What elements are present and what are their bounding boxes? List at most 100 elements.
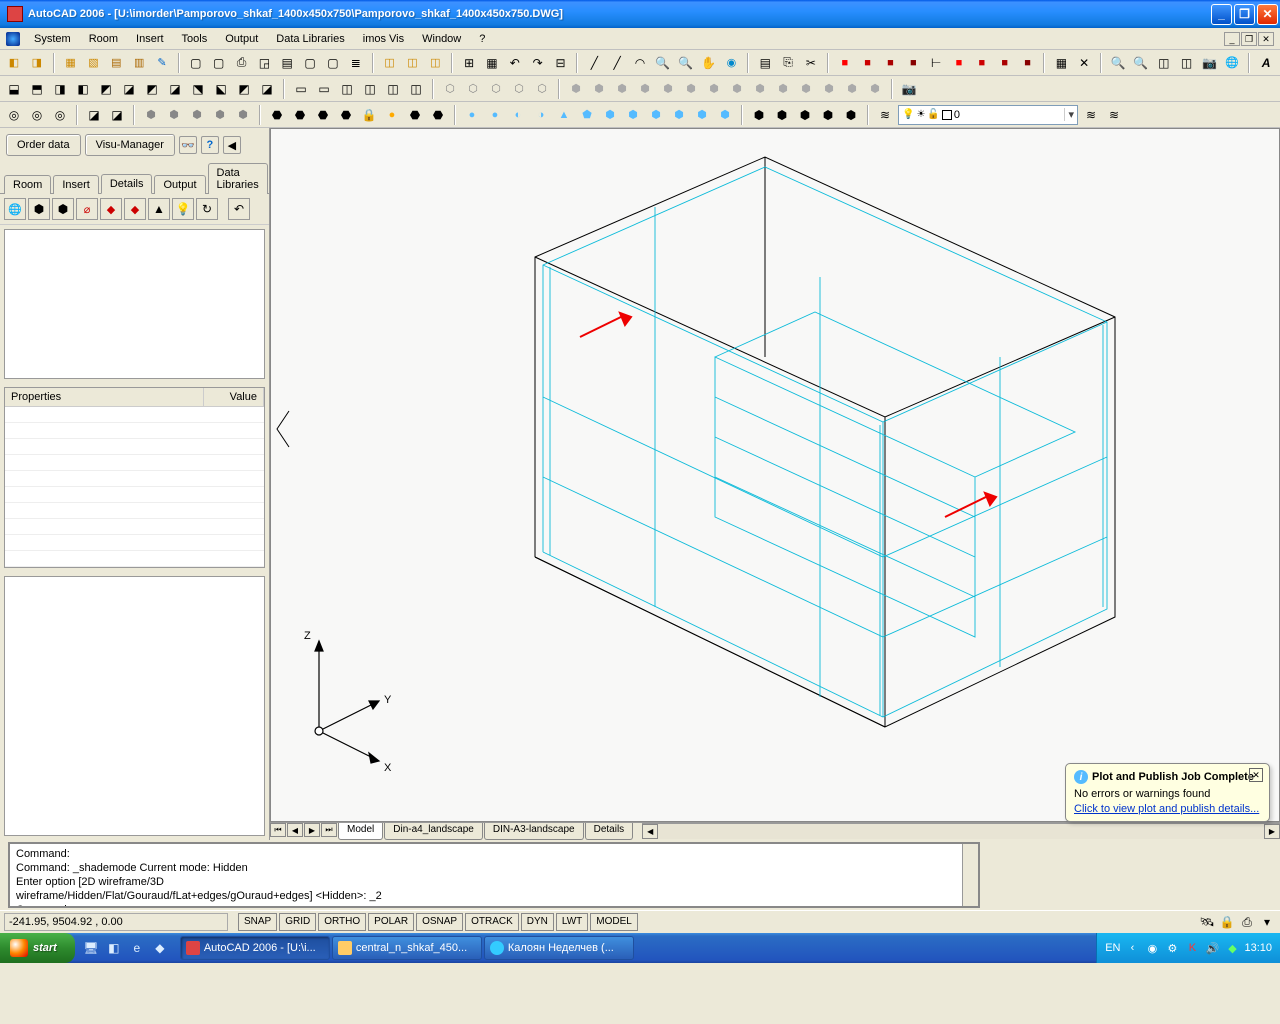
tb-3d-box4[interactable]: ⬡ — [509, 79, 529, 99]
tb-cyl11[interactable]: ⬢ — [796, 79, 816, 99]
tb-view12[interactable]: ◪ — [257, 79, 277, 99]
ql-app2-icon[interactable]: ◆ — [150, 937, 170, 959]
tb-rect[interactable]: ▭ — [291, 79, 311, 99]
tb-misc3[interactable]: ⬢ — [795, 105, 815, 125]
sp-t8[interactable]: 💡 — [172, 198, 194, 220]
tb-draw-box[interactable]: ◫ — [337, 79, 357, 99]
tb-cyl12[interactable]: ⬢ — [819, 79, 839, 99]
tb-cyl4[interactable]: ⬢ — [635, 79, 655, 99]
tb-misc1[interactable]: ⬢ — [749, 105, 769, 125]
status-model[interactable]: MODEL — [590, 913, 638, 931]
tb-shade3[interactable]: ◐ — [508, 105, 528, 125]
tb-dim[interactable]: ⊞ — [459, 53, 479, 73]
tb-cyl8[interactable]: ⬢ — [727, 79, 747, 99]
tb-color-r8[interactable]: ■ — [1018, 53, 1038, 73]
tb-line[interactable]: ╱ — [584, 53, 604, 73]
tb-box-c[interactable]: ◫ — [425, 53, 445, 73]
tb-delete[interactable]: ✕ — [1074, 53, 1094, 73]
tb-cyl5[interactable]: ⬢ — [658, 79, 678, 99]
tb-undo[interactable]: ↶ — [505, 53, 525, 73]
tb-shade9[interactable]: ⬢ — [646, 105, 666, 125]
tray-i5[interactable]: ◆ — [1224, 940, 1240, 956]
layout-tab-model[interactable]: Model — [338, 823, 383, 840]
side-tab-details[interactable]: Details — [101, 174, 153, 194]
lang-indicator[interactable]: EN — [1105, 942, 1120, 954]
side-tab-room[interactable]: Room — [4, 175, 51, 194]
tb-shade1[interactable]: ● — [462, 105, 482, 125]
tb-r3-5[interactable]: ◪ — [107, 105, 127, 125]
tb-zoom-a[interactable]: 🔍 — [1131, 53, 1151, 73]
close-panel-icon[interactable]: ◀ — [223, 136, 241, 154]
tb-r3-7[interactable]: ⬢ — [164, 105, 184, 125]
tb-r3-11[interactable]: ⬣ — [267, 105, 287, 125]
status-lwt[interactable]: LWT — [556, 913, 588, 931]
tb-cyl9[interactable]: ⬢ — [750, 79, 770, 99]
tb-measure[interactable]: ✎ — [152, 53, 172, 73]
tb-pan[interactable]: ✋ — [699, 53, 719, 73]
tb-r3-14[interactable]: ⬣ — [336, 105, 356, 125]
status-ortho[interactable]: ORTHO — [318, 913, 366, 931]
tb-draw-box4[interactable]: ◫ — [406, 79, 426, 99]
tb-view4[interactable]: ◧ — [73, 79, 93, 99]
tb-pages[interactable]: ▤ — [277, 53, 297, 73]
tray-comm-icon[interactable]: 🛰 — [1198, 913, 1216, 931]
tb-image[interactable]: ▦ — [1051, 53, 1071, 73]
layer-combo[interactable]: 💡 ☀ 🔓 0 ▾ — [898, 105, 1078, 125]
clock[interactable]: 13:10 — [1244, 942, 1272, 954]
tb-box-iso2[interactable]: ◫ — [1177, 53, 1197, 73]
doc-restore[interactable]: ❐ — [1241, 32, 1257, 46]
tray-i1[interactable]: ◉ — [1144, 940, 1160, 956]
tb-r3-15[interactable]: 🔒 — [359, 105, 379, 125]
visu-manager-button[interactable]: Visu-Manager — [85, 134, 175, 156]
layout-tab-a3[interactable]: DIN-A3-landscape — [484, 823, 584, 840]
task-skype[interactable]: Калоян Неделчев (... — [484, 936, 634, 960]
tb-r3-17[interactable]: ⬣ — [405, 105, 425, 125]
tb-view9[interactable]: ⬔ — [188, 79, 208, 99]
tb-find[interactable]: 🔍 — [1108, 53, 1128, 73]
popup-close[interactable]: ✕ — [1249, 768, 1263, 782]
tb-misc4[interactable]: ⬢ — [818, 105, 838, 125]
tb-cut[interactable]: ✂ — [801, 53, 821, 73]
tb-cyl14[interactable]: ⬢ — [865, 79, 885, 99]
hscroll-right[interactable]: ▶ — [1264, 824, 1280, 839]
tb-zoom[interactable]: 🔍 — [653, 53, 673, 73]
tb-globe[interactable]: 🌐 — [1222, 53, 1242, 73]
tb-r3-3[interactable]: ◎ — [50, 105, 70, 125]
tb-dim-h[interactable]: ⊢ — [926, 53, 946, 73]
menu-insert[interactable]: Insert — [128, 31, 172, 47]
tb-shade11[interactable]: ⬢ — [692, 105, 712, 125]
sp-t2[interactable]: ⬢ — [28, 198, 50, 220]
tb-r3-16[interactable]: ● — [382, 105, 402, 125]
tb-redo[interactable]: ↷ — [528, 53, 548, 73]
tb-r3-18[interactable]: ⬣ — [428, 105, 448, 125]
tb-cyl13[interactable]: ⬢ — [842, 79, 862, 99]
tb-cam[interactable]: 📷 — [899, 79, 919, 99]
glasses-icon[interactable]: 👓 — [179, 136, 197, 154]
menu-tools[interactable]: Tools — [174, 31, 216, 47]
tb-layerprops[interactable]: ≋ — [1081, 105, 1101, 125]
tb-view2[interactable]: ⬒ — [27, 79, 47, 99]
sp-t5[interactable]: ◆ — [100, 198, 122, 220]
tb-col[interactable]: ▤ — [755, 53, 775, 73]
tb-page3[interactable]: ▢ — [300, 53, 320, 73]
start-button[interactable]: start — [0, 933, 75, 963]
tb-r3-4[interactable]: ◪ — [84, 105, 104, 125]
tb-shade8[interactable]: ⬢ — [623, 105, 643, 125]
task-folder[interactable]: central_n_shkaf_450... — [332, 936, 482, 960]
close-button[interactable]: ✕ — [1257, 4, 1278, 25]
cmd-scrollbar[interactable] — [962, 844, 978, 906]
tb-orbit[interactable]: ◉ — [721, 53, 741, 73]
tb-draw-box3[interactable]: ◫ — [383, 79, 403, 99]
ql-desktop-icon[interactable]: 🖥 — [81, 937, 101, 959]
tb-list[interactable]: ≣ — [346, 53, 366, 73]
menu-data-libs[interactable]: Data Libraries — [268, 31, 352, 47]
tb-misc2[interactable]: ⬢ — [772, 105, 792, 125]
tb-shade4[interactable]: ◑ — [531, 105, 551, 125]
side-tab-insert[interactable]: Insert — [53, 175, 99, 194]
tb-cyl10[interactable]: ⬢ — [773, 79, 793, 99]
layout-prev[interactable]: ◀ — [287, 823, 303, 837]
tb-cyl1[interactable]: ⬢ — [566, 79, 586, 99]
tray-lock-icon[interactable]: 🔒 — [1218, 913, 1236, 931]
menu-window[interactable]: Window — [414, 31, 469, 47]
tb-shade10[interactable]: ⬢ — [669, 105, 689, 125]
